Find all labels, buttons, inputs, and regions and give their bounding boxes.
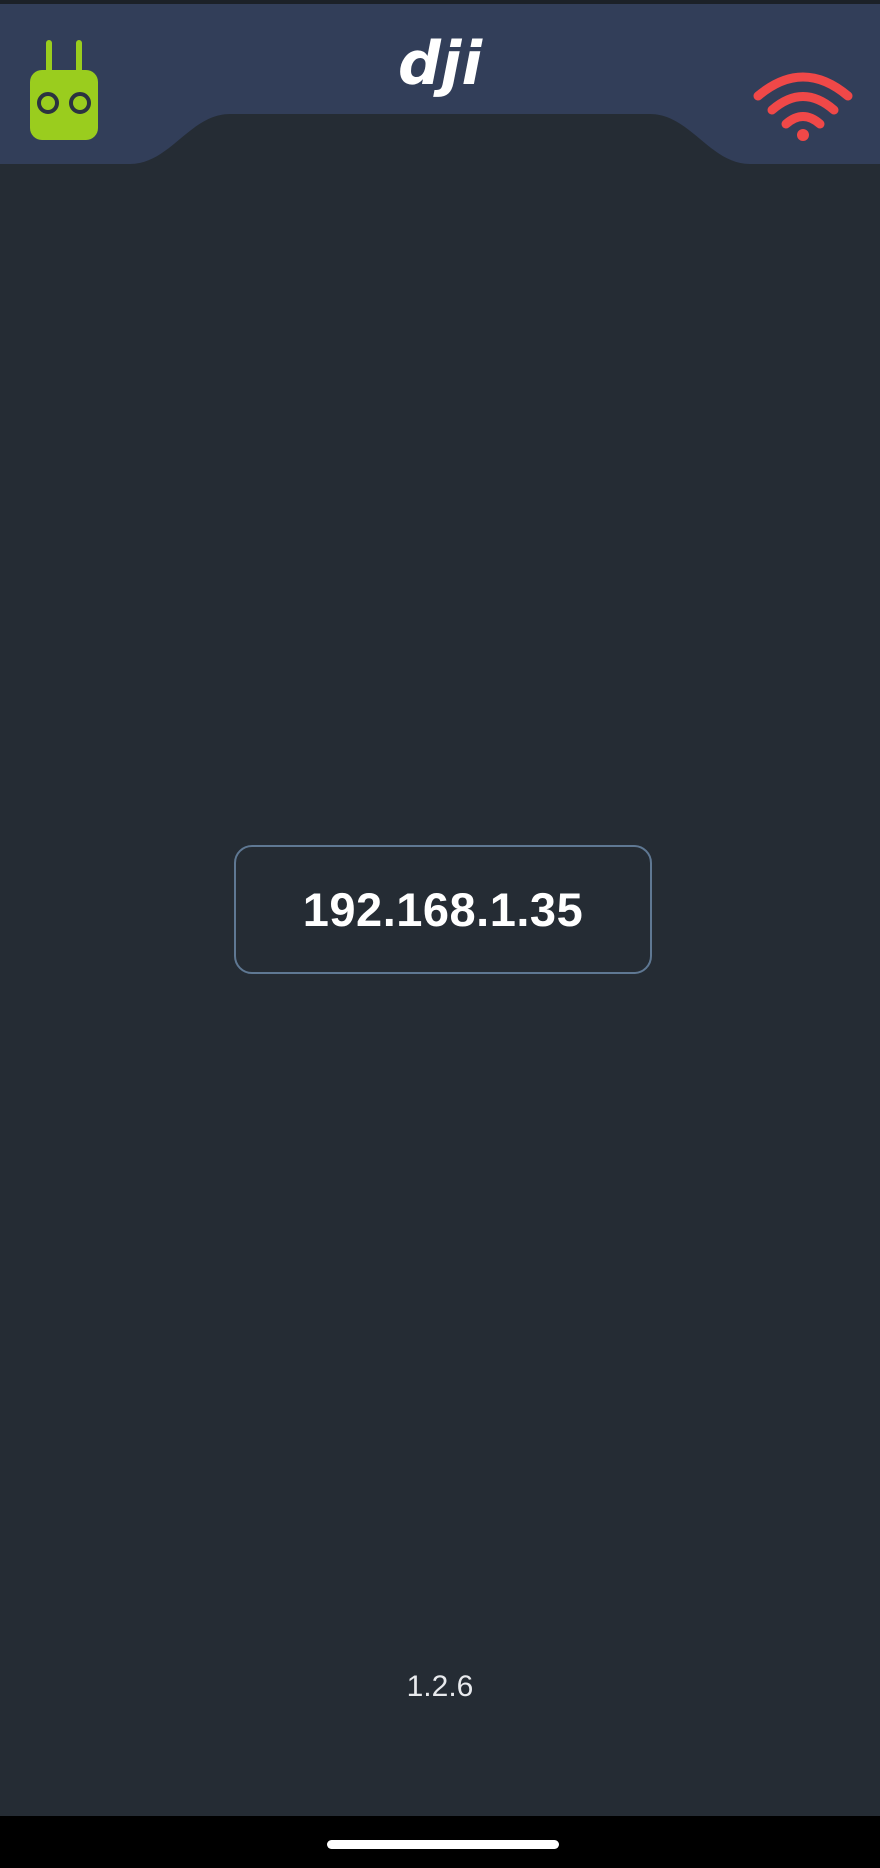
app-version: 1.2.6 (406, 1670, 474, 1703)
remote-controller-icon (30, 40, 98, 140)
top-header: dji (0, 4, 880, 164)
remote-controller-button[interactable] (30, 40, 98, 140)
svg-text:dji: dji (398, 32, 484, 98)
wifi-status-button[interactable] (752, 70, 854, 142)
ip-address-text: 192.168.1.35 (302, 883, 584, 936)
dji-logo: dji (376, 29, 504, 99)
app-screen: dji 192.168.1.35 1.2.6 (0, 0, 880, 1868)
wifi-icon (753, 72, 853, 141)
home-indicator[interactable] (327, 1840, 559, 1849)
ip-address-box[interactable]: 192.168.1.35 (234, 845, 652, 974)
